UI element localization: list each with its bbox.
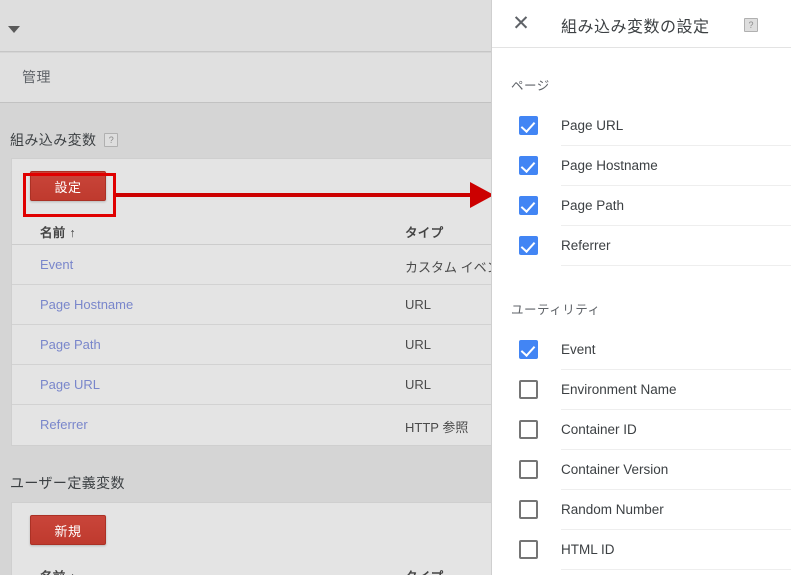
userdefined-variables-heading: ユーザー定義変数 (10, 473, 125, 493)
variable-checkbox-row[interactable]: Container Version (492, 450, 791, 490)
builtin-table-header: 名前 ↑ タイプ (12, 215, 491, 245)
variable-checkbox-row[interactable]: Event (492, 330, 791, 370)
userdefined-table-header: 名前 ↑ タイプ (12, 559, 491, 575)
annotation-arrow-head (470, 182, 491, 208)
builtin-table-body: Event カスタム イベント Page Hostname URL Page Path U… (12, 245, 491, 445)
help-icon[interactable]: ? (104, 133, 119, 147)
variable-name-link[interactable]: Referrer (40, 417, 88, 432)
column-header-name[interactable]: 名前 ↑ (40, 566, 76, 575)
main-content-pane: 管理 組み込み変数 ? 設定 名前 ↑ タイプ Event カスタム イベント Pa… (0, 0, 491, 575)
panel-body: ページ Page URL Page Hostname Page Path Referre… (492, 75, 791, 570)
checkbox-checked-icon[interactable] (519, 156, 538, 175)
variable-checkbox-row[interactable]: Page Path (492, 186, 791, 226)
variable-checkbox-row[interactable]: Environment Name (492, 370, 791, 410)
variable-type-cell: URL (405, 337, 432, 352)
variable-checkbox-label: Referrer (561, 238, 611, 253)
chevron-down-icon[interactable] (8, 26, 20, 33)
builtin-variables-card: 設定 名前 ↑ タイプ Event カスタム イベント Page Hostname U… (11, 158, 491, 446)
variable-checkbox-label: Page Path (561, 198, 625, 213)
annotation-arrow-line (116, 193, 484, 197)
tab-bar: 管理 (0, 53, 491, 103)
variable-checkbox-label: Page URL (561, 118, 624, 133)
panel-title: 組み込み変数の設定 (561, 19, 710, 36)
variable-name-link[interactable]: Page Path (40, 337, 101, 352)
checkbox-group-label: ユーティリティ (511, 303, 601, 317)
close-icon[interactable]: ✕ (510, 13, 532, 35)
variable-checkbox-row[interactable]: Random Number (492, 490, 791, 530)
checkbox-unchecked-icon[interactable] (519, 380, 538, 399)
variable-checkbox-label: Random Number (561, 502, 664, 517)
userdefined-variables-title: ユーザー定義変数 (10, 475, 125, 491)
table-row[interactable]: Page Hostname URL (12, 285, 491, 325)
builtin-variables-heading: 組み込み変数 ? (10, 130, 119, 150)
variable-checkbox-label: Container ID (561, 422, 637, 437)
table-row[interactable]: Referrer HTTP 参照 (12, 405, 491, 445)
checkbox-checked-icon[interactable] (519, 116, 538, 135)
checkbox-unchecked-icon[interactable] (519, 420, 538, 439)
account-topbar (0, 0, 491, 52)
variable-checkbox-label: Container Version (561, 462, 669, 477)
variable-type-cell: カスタム イベント (405, 260, 491, 275)
builtin-variables-settings-panel: ✕ 組み込み変数の設定 ? ページ Page URL Page Hostname Pa… (491, 0, 791, 575)
configure-button[interactable]: 設定 (30, 171, 106, 201)
variable-type-cell: HTTP 参照 (405, 420, 469, 435)
userdefined-variables-card: 新規 名前 ↑ タイプ (11, 502, 491, 575)
variable-checkbox-row[interactable]: Container ID (492, 410, 791, 450)
variable-checkbox-label: Page Hostname (561, 158, 658, 173)
checkbox-unchecked-icon[interactable] (519, 460, 538, 479)
row-divider (561, 265, 791, 266)
help-icon[interactable]: ? (744, 18, 758, 32)
userdefined-toolbar: 新規 (12, 503, 491, 559)
variable-type-cell: URL (405, 377, 432, 392)
variable-checkbox-label: HTML ID (561, 542, 615, 557)
checkbox-checked-icon[interactable] (519, 340, 538, 359)
tab-admin[interactable]: 管理 (22, 67, 51, 87)
builtin-toolbar: 設定 (12, 159, 491, 215)
checkbox-checked-icon[interactable] (519, 196, 538, 215)
table-row[interactable]: Event カスタム イベント (12, 245, 491, 285)
variable-checkbox-label: Event (561, 342, 596, 357)
column-header-name[interactable]: 名前 ↑ (40, 222, 76, 241)
checkbox-checked-icon[interactable] (519, 236, 538, 255)
checkbox-group-label: ページ (511, 79, 550, 93)
variable-checkbox-row[interactable]: Referrer (492, 226, 791, 266)
screen: 管理 組み込み変数 ? 設定 名前 ↑ タイプ Event カスタム イベント Pa… (0, 0, 791, 575)
variable-name-link[interactable]: Event (40, 257, 73, 272)
table-row[interactable]: Page Path URL (12, 325, 491, 365)
panel-header: ✕ 組み込み変数の設定 ? (492, 0, 791, 48)
builtin-variables-title: 組み込み変数 (10, 132, 97, 148)
variable-checkbox-label: Environment Name (561, 382, 677, 397)
column-header-type[interactable]: タイプ (405, 566, 443, 575)
variable-name-link[interactable]: Page Hostname (40, 297, 133, 312)
row-divider (561, 569, 791, 570)
new-variable-button[interactable]: 新規 (30, 515, 106, 545)
variable-checkbox-row[interactable]: Page URL (492, 106, 791, 146)
checkbox-unchecked-icon[interactable] (519, 540, 538, 559)
variable-name-link[interactable]: Page URL (40, 377, 100, 392)
variable-checkbox-row[interactable]: Page Hostname (492, 146, 791, 186)
table-row[interactable]: Page URL URL (12, 365, 491, 405)
variable-type-cell: URL (405, 297, 432, 312)
checkbox-unchecked-icon[interactable] (519, 500, 538, 519)
variable-checkbox-row[interactable]: HTML ID (492, 530, 791, 570)
column-header-type[interactable]: タイプ (405, 222, 443, 241)
